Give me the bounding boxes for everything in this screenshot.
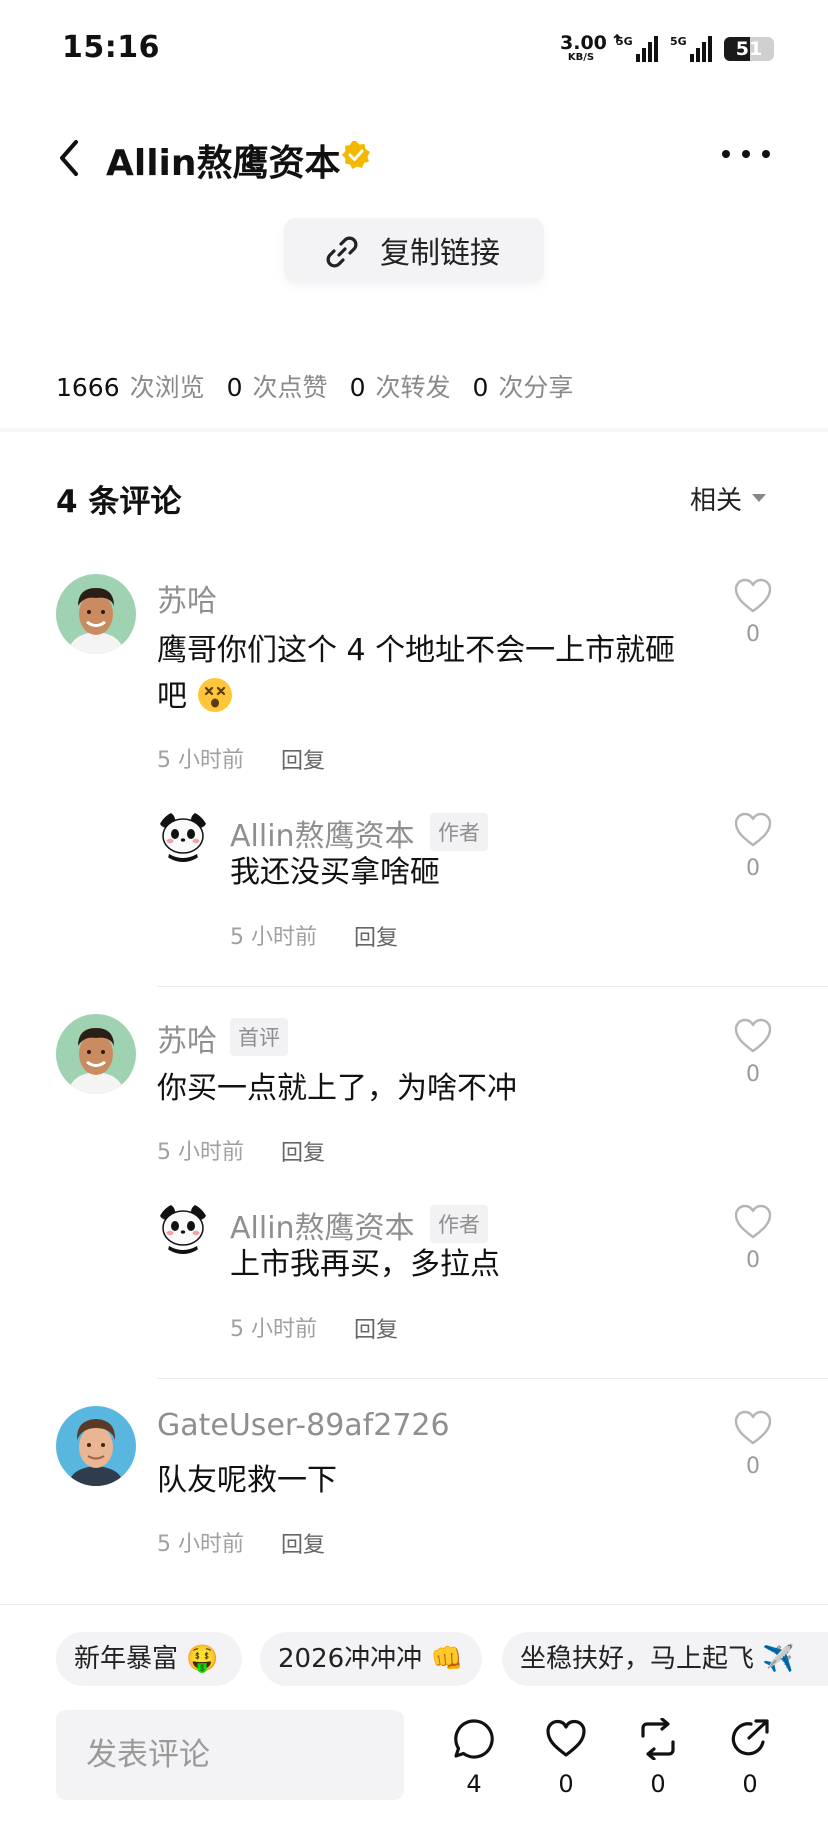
commenter-name[interactable]: 苏哈 [157,1016,217,1060]
author-tag: 作者 [430,813,488,851]
chip-label: 坐稳扶好，马上起飞 [520,1644,755,1674]
commenter-name[interactable]: Allin熬鹰资本 [230,1203,415,1247]
reposts-count: 0 [349,373,366,402]
network-speed-unit: KB/S [567,52,595,63]
signal-5g-2-icon: 5G [670,35,712,62]
avatar[interactable] [157,810,209,862]
signal-5g-1-icon: 5G [613,34,658,62]
divider [157,1378,828,1379]
comment-text: 我还没买拿啥砸 [230,855,440,890]
fist-emoji-icon: 👊 [430,1644,463,1674]
link-icon [326,236,358,268]
sort-dropdown[interactable]: 相关 [690,480,742,517]
comment-likes: 0 [746,1248,760,1273]
copy-link-label: 复制链接 [380,236,500,271]
like-heart-icon[interactable] [734,812,772,848]
views-count: 1666 [56,373,120,402]
more-options-icon[interactable] [722,150,770,162]
share-icon[interactable] [729,1718,771,1760]
commenter-name[interactable]: Allin熬鹰资本 [230,811,415,855]
shares-total: 0 [742,1770,758,1798]
comment-likes: 0 [746,1062,760,1087]
network-speed: 3.00 KB/S [560,32,607,63]
like-heart-icon[interactable] [734,578,772,614]
comment-time: 5 小时前 [157,1140,244,1165]
comment-text: 鹰哥你们这个 4 个地址不会一上市就砸 吧 [157,628,717,720]
battery-icon: 51 [724,37,774,61]
reposts-total: 0 [650,1770,666,1798]
comment-time: 5 小时前 [230,1317,317,1342]
comment-text: 你买一点就上了，为啥不冲 [157,1071,517,1106]
likes-total: 0 [558,1770,574,1798]
shares-unit: 次分享 [498,373,574,402]
views-unit: 次浏览 [129,373,205,402]
like-heart-icon[interactable] [734,1204,772,1240]
comment-input[interactable] [56,1710,404,1800]
quick-reply-chip-takeoff[interactable]: 坐稳扶好，马上起飞 ✈️ [502,1632,828,1686]
page-title: Allin熬鹰资本 [106,143,341,184]
reposts-unit: 次转发 [375,373,451,402]
reply-button[interactable]: 回复 [281,743,325,775]
chip-label: 2026冲冲冲 [278,1644,423,1674]
avatar[interactable] [56,1014,136,1094]
comments-total: 4 [466,1770,482,1798]
airplane-emoji-icon: ✈️ [762,1644,795,1674]
repost-icon[interactable] [637,1718,679,1760]
like-heart-icon[interactable] [545,1718,587,1760]
first-comment-tag: 首评 [230,1018,288,1056]
comment-text-line1: 鹰哥你们这个 4 个地址不会一上市就砸 [157,633,676,668]
copy-link-button[interactable]: 复制链接 [284,218,544,282]
likes-count: 0 [226,373,243,402]
verified-badge-icon [342,141,370,169]
shares-count: 0 [472,373,489,402]
signal2-label: 5G [670,35,687,48]
comment-likes: 0 [746,856,760,881]
like-heart-icon[interactable] [734,1018,772,1054]
caret-down-icon[interactable] [752,494,766,502]
section-divider [0,428,828,432]
dizzy-face-emoji-icon [197,678,232,712]
reply-button[interactable]: 回复 [354,920,398,952]
comment-likes: 0 [746,1454,760,1479]
back-arrow-icon[interactable] [52,138,88,178]
quick-reply-chip-2026[interactable]: 2026冲冲冲 👊 [260,1632,482,1686]
chip-label: 新年暴富 [74,1644,179,1674]
avatar[interactable] [56,1406,136,1486]
bottom-bar-divider [0,1604,828,1605]
avatar[interactable] [56,574,136,654]
network-speed-value: 3.00 [560,32,607,54]
reply-button[interactable]: 回复 [281,1527,325,1559]
comment-text-line2: 吧 [157,679,187,714]
comment-bubble-icon[interactable] [453,1718,495,1760]
avatar[interactable] [157,1202,209,1254]
divider [157,986,828,987]
author-tag: 作者 [430,1205,488,1243]
money-face-emoji-icon: 🤑 [186,1644,219,1674]
like-heart-icon[interactable] [734,1410,772,1446]
comments-count-title: 4 条评论 [56,484,182,520]
reply-button[interactable]: 回复 [354,1312,398,1344]
comment-time: 5 小时前 [230,925,317,950]
post-stats: 1666 次浏览 0 次点赞 0 次转发 0 次分享 [56,368,595,404]
comment-time: 5 小时前 [157,748,244,773]
likes-unit: 次点赞 [252,373,328,402]
comment-likes: 0 [746,622,760,647]
battery-level: 51 [735,38,763,60]
comment-text: 上市我再买，多拉点 [230,1247,500,1282]
comment-text: 队友呢救一下 [157,1463,337,1498]
status-time: 15:16 [62,30,160,65]
commenter-name[interactable]: GateUser-89af2726 [157,1408,450,1443]
quick-reply-chip-new-year[interactable]: 新年暴富 🤑 [56,1632,242,1686]
commenter-name[interactable]: 苏哈 [157,576,217,620]
comment-time: 5 小时前 [157,1532,244,1557]
reply-button[interactable]: 回复 [281,1135,325,1167]
